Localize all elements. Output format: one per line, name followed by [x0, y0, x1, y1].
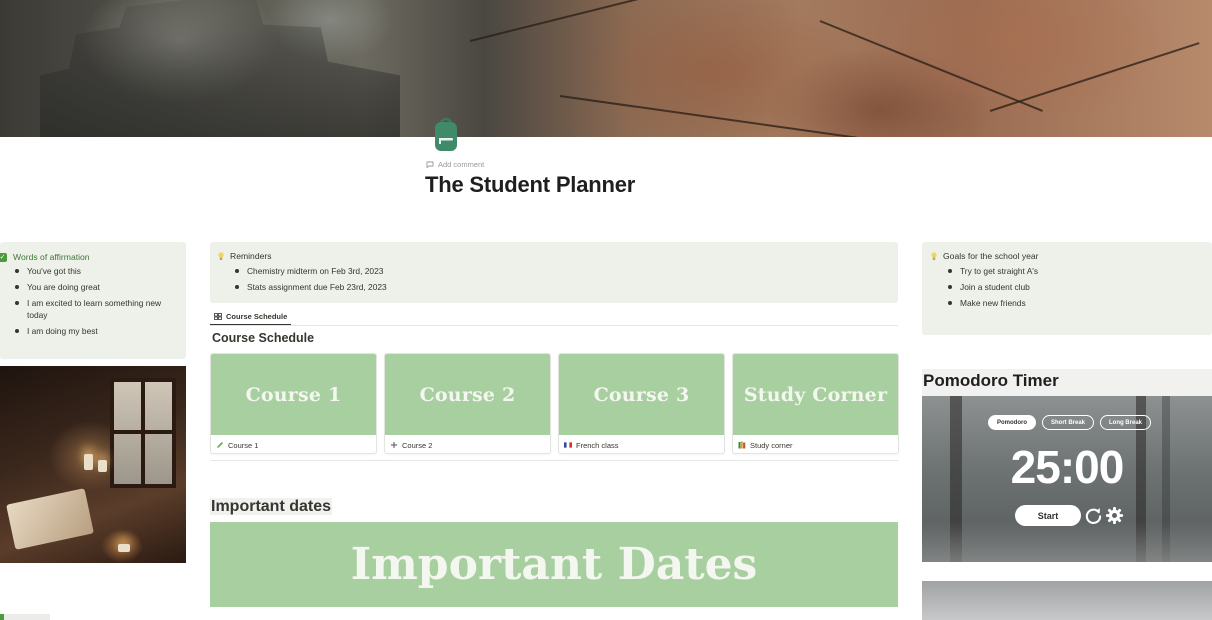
cozy-reading-photo	[0, 366, 186, 563]
window-image	[110, 378, 176, 488]
castle-silhouette	[40, 0, 400, 137]
card-cover-text: Course 3	[593, 383, 690, 406]
banner-text: Important Dates	[350, 539, 758, 590]
timer-display: 25:00	[1010, 441, 1125, 493]
course-card[interactable]: Course 1 Course 1	[210, 353, 377, 454]
tab-label: Course Schedule	[226, 311, 288, 321]
card-cover: Course 2	[385, 354, 550, 435]
tree-branch	[989, 42, 1200, 112]
tree-branch	[469, 0, 723, 42]
card-cover: Study Corner	[733, 354, 898, 435]
backpack-icon[interactable]	[432, 116, 460, 152]
candle-image	[84, 454, 93, 470]
tree-branch	[559, 95, 858, 137]
tab-course-schedule[interactable]: Course Schedule	[210, 308, 292, 326]
comment-icon	[426, 161, 434, 168]
lightbulb-icon	[931, 251, 937, 260]
important-dates-banner: Important Dates	[210, 522, 898, 607]
reset-icon[interactable]	[1084, 506, 1103, 525]
pencil-icon	[217, 442, 223, 448]
list-item: Make new friends	[948, 297, 1198, 309]
divider	[210, 460, 898, 461]
goals-callout: Goals for the school year Try to get str…	[922, 242, 1212, 335]
card-cover-text: Course 1	[245, 383, 342, 406]
cover-image	[0, 0, 1212, 137]
reminders-callout: Reminders Chemistry midterm on Feb 3rd, …	[210, 242, 898, 303]
pomodoro-heading: Pomodoro Timer	[922, 369, 1212, 396]
add-comment-label: Add comment	[438, 160, 485, 169]
bottom-callout-edge	[0, 614, 50, 620]
list-item: You are doing great	[15, 281, 180, 293]
card-cover-text: Study Corner	[743, 383, 888, 406]
plus-icon	[391, 442, 397, 448]
list-item: I am excited to learn something new toda…	[15, 297, 180, 321]
reminders-heading: Reminders	[230, 251, 272, 261]
card-caption: Study corner	[750, 440, 793, 450]
list-item: Stats assignment due Feb 23rd, 2023	[235, 281, 875, 293]
snow-ground	[922, 522, 1212, 562]
card-cover: Course 1	[211, 354, 376, 435]
divider	[210, 325, 898, 326]
start-button[interactable]: Start	[1015, 505, 1081, 526]
books-icon	[738, 441, 746, 449]
card-caption: French class	[576, 440, 619, 450]
card-cover: Course 3	[559, 354, 724, 435]
page-title: The Student Planner	[425, 172, 636, 197]
lightbulb-icon	[218, 251, 224, 260]
important-dates-heading: Important dates	[210, 498, 333, 515]
course-card[interactable]: Course 2 Course 2	[384, 353, 551, 454]
tree-branch	[819, 20, 1043, 112]
course-card[interactable]: Course 3 French class	[558, 353, 725, 454]
list-item: Join a student club	[948, 281, 1198, 293]
candle-image	[98, 460, 107, 472]
french-flag-icon	[564, 442, 572, 448]
pomodoro-widget: Pomodoro Short Break Long Break 25:00 St…	[922, 396, 1212, 562]
list-item: I am doing my best	[15, 325, 180, 337]
settings-gear-icon[interactable]	[1105, 506, 1124, 525]
goals-heading: Goals for the school year	[943, 251, 1039, 261]
card-cover-text: Course 2	[419, 383, 516, 406]
bottom-image	[922, 581, 1212, 620]
short-break-button[interactable]: Short Break	[1042, 415, 1094, 430]
long-break-button[interactable]: Long Break	[1100, 415, 1151, 430]
gallery-view-icon	[214, 312, 222, 320]
pomodoro-mode-button[interactable]: Pomodoro	[988, 415, 1036, 430]
card-caption: Course 1	[228, 440, 259, 450]
affirmation-callout: ✓ Words of affirmation You've got this Y…	[0, 242, 186, 359]
course-schedule-heading: Course Schedule	[212, 331, 315, 345]
course-card[interactable]: Study Corner Study corner	[732, 353, 899, 454]
list-item: Chemistry midterm on Feb 3rd, 2023	[235, 265, 875, 277]
book-image	[6, 488, 94, 550]
card-caption: Course 2	[402, 440, 433, 450]
checkmark-icon: ✓	[0, 252, 7, 262]
list-item: You've got this	[15, 265, 180, 277]
list-item: Try to get straight A's	[948, 265, 1198, 277]
affirmation-heading: Words of affirmation	[13, 252, 90, 262]
add-comment-button[interactable]: Add comment	[426, 160, 484, 169]
candle-image	[118, 544, 130, 552]
